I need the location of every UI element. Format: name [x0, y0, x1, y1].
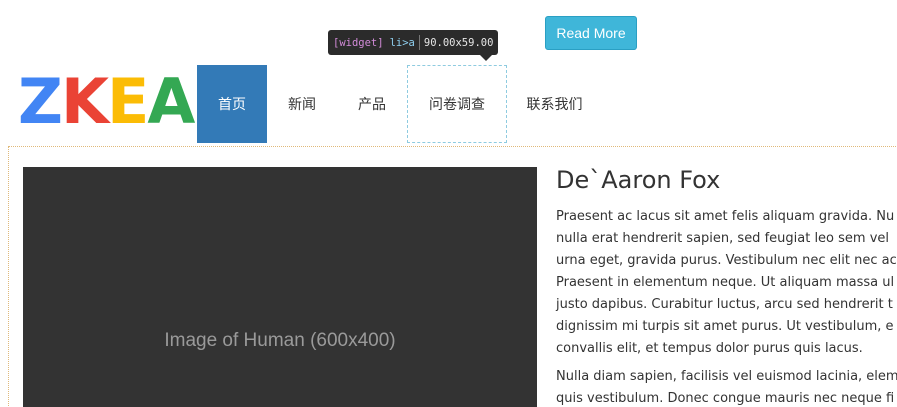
- logo-letter-k: K: [60, 65, 109, 138]
- paragraph-line: urna eget, gravida purus. Vestibulum nec…: [556, 253, 897, 268]
- tooltip-tag: [widget]: [333, 36, 384, 49]
- nav-item-contact[interactable]: 联系我们: [507, 65, 602, 143]
- main-nav: 首页 新闻 产品 问卷调查 联系我们: [197, 65, 602, 143]
- logo-letter-a: A: [147, 65, 195, 138]
- article-paragraph-1: Praesent ac lacus sit amet felis aliquam…: [556, 206, 897, 360]
- nav-item-news[interactable]: 新闻: [267, 65, 337, 143]
- article-paragraph-2: Nulla diam sapien, facilisis vel euismod…: [556, 366, 897, 407]
- tooltip-selector: li>a: [389, 36, 415, 49]
- tooltip-arrow: [480, 55, 492, 61]
- logo-letter-z: Z: [18, 65, 63, 138]
- paragraph-line: nulla erat hendrerit sapien, sed feugiat…: [556, 231, 890, 246]
- nav-item-survey[interactable]: 问卷调查: [407, 65, 507, 143]
- image-placeholder-label: Image of Human (600x400): [164, 330, 396, 351]
- inspector-tooltip: [widget] li>a 90.00x59.00: [328, 30, 499, 55]
- logo-letter-e: E: [107, 65, 149, 138]
- paragraph-line: Praesent in elementum neque. Ut aliquam …: [556, 275, 895, 290]
- paragraph-line: Praesent ac lacus sit amet felis aliquam…: [556, 209, 895, 224]
- article: De`Aaron Fox Praesent ac lacus sit amet …: [556, 164, 897, 407]
- paragraph-line: convallis elit, et tempus dolor purus qu…: [556, 341, 863, 356]
- image-placeholder: Image of Human (600x400): [23, 167, 537, 407]
- logo[interactable]: Z K E A: [18, 65, 195, 138]
- page: Read More [widget] li>a 90.00x59.00 Z K …: [0, 0, 897, 407]
- nav-item-products[interactable]: 产品: [337, 65, 407, 143]
- article-title: De`Aaron Fox: [556, 166, 721, 194]
- read-more-button[interactable]: Read More: [545, 16, 637, 50]
- nav-item-home[interactable]: 首页: [197, 65, 267, 143]
- tooltip-dimensions: 90.00x59.00: [423, 36, 494, 49]
- paragraph-line: Nulla diam sapien, facilisis vel euismod…: [556, 369, 897, 384]
- paragraph-line: dignissim mi turpis sit amet purus. Ut v…: [556, 319, 894, 334]
- paragraph-line: justo dapibus. Curabitur luctus, arcu se…: [556, 297, 893, 312]
- tooltip-separator: [418, 35, 420, 50]
- paragraph-line: quis vestibulum. Donec congue mauris nec…: [556, 391, 895, 406]
